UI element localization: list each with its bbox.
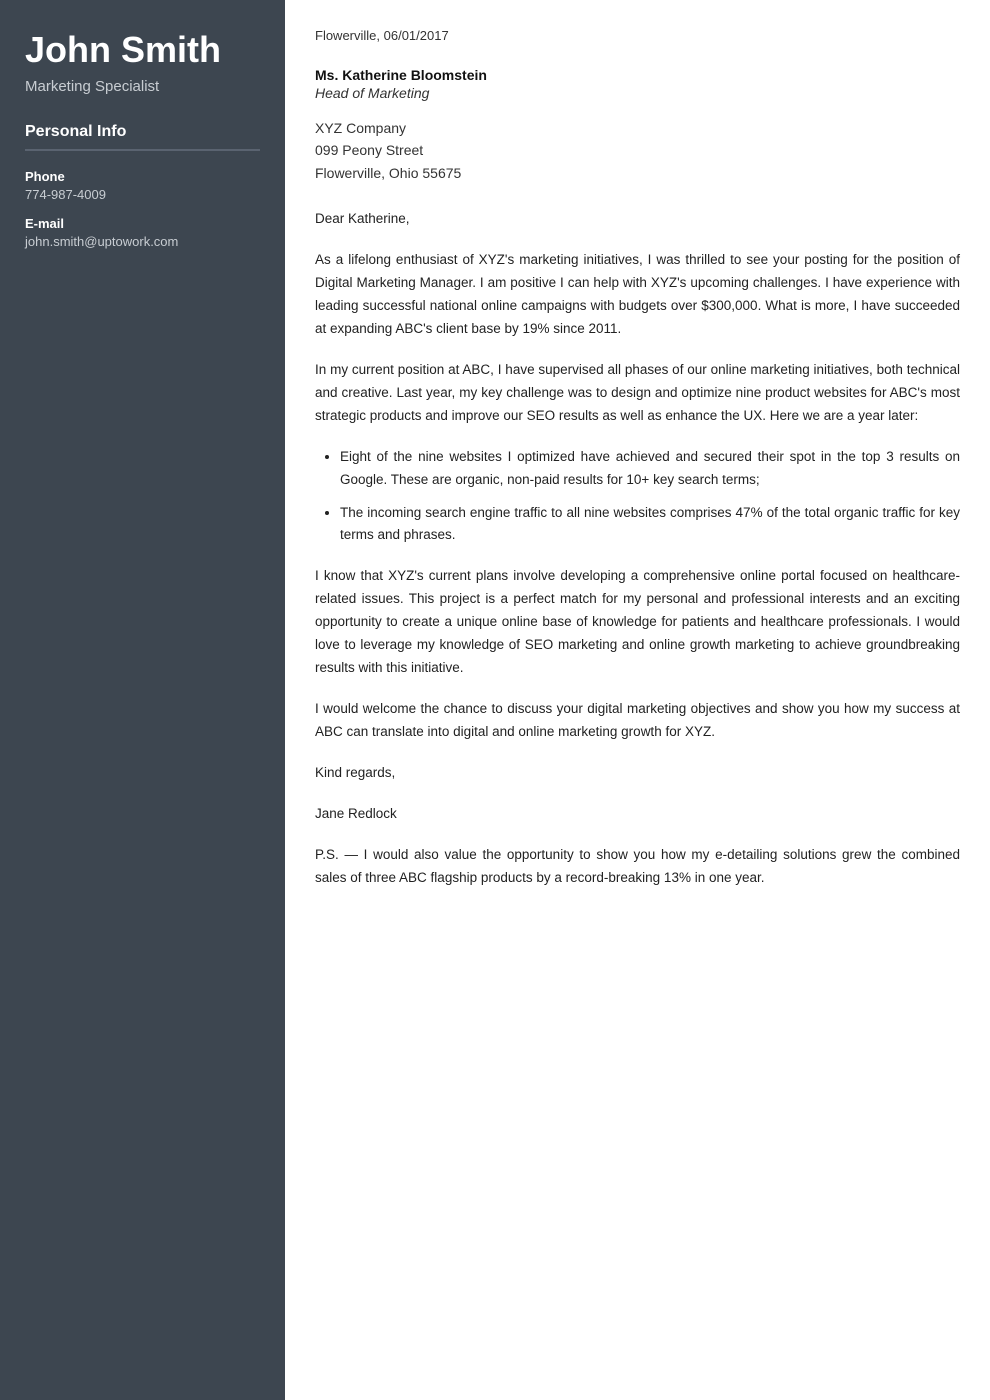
address-line1: XYZ Company (315, 120, 406, 136)
signer-name: Jane Redlock (315, 803, 960, 826)
resume-page: John Smith Marketing Specialist Personal… (0, 0, 990, 1400)
phone-label: Phone (25, 169, 260, 184)
salutation: Dear Katherine, (315, 208, 960, 231)
bullet-item-2: The incoming search engine traffic to al… (340, 502, 960, 548)
address-line3: Flowerville, Ohio 55675 (315, 165, 461, 181)
phone-value: 774-987-4009 (25, 187, 260, 202)
applicant-title: Marketing Specialist (25, 78, 260, 95)
bullet-item-1: Eight of the nine websites I optimized h… (340, 446, 960, 492)
recipient-address: XYZ Company 099 Peony Street Flowerville… (315, 117, 960, 184)
paragraph-4: I would welcome the chance to discuss yo… (315, 698, 960, 744)
sign-off: Kind regards, (315, 762, 960, 785)
recipient-title: Head of Marketing (315, 85, 960, 101)
letter-content: Flowerville, 06/01/2017 Ms. Katherine Bl… (285, 0, 990, 1400)
email-label: E-mail (25, 216, 260, 231)
personal-info-section: Personal Info Phone 774-987-4009 E-mail … (25, 123, 260, 249)
letter-date: Flowerville, 06/01/2017 (315, 28, 960, 43)
paragraph-3: I know that XYZ's current plans involve … (315, 565, 960, 680)
applicant-name: John Smith (25, 30, 260, 70)
recipient-name: Ms. Katherine Bloomstein (315, 67, 960, 83)
recipient-block: Ms. Katherine Bloomstein Head of Marketi… (315, 67, 960, 184)
personal-info-heading: Personal Info (25, 123, 260, 151)
sidebar: John Smith Marketing Specialist Personal… (0, 0, 285, 1400)
address-line2: 099 Peony Street (315, 142, 423, 158)
ps-text: P.S. — I would also value the opportunit… (315, 844, 960, 890)
bullet-list: Eight of the nine websites I optimized h… (335, 446, 960, 548)
email-value: john.smith@uptowork.com (25, 234, 260, 249)
paragraph-1: As a lifelong enthusiast of XYZ's market… (315, 249, 960, 341)
letter-body: Dear Katherine, As a lifelong enthusiast… (315, 208, 960, 890)
paragraph-2: In my current position at ABC, I have su… (315, 359, 960, 428)
